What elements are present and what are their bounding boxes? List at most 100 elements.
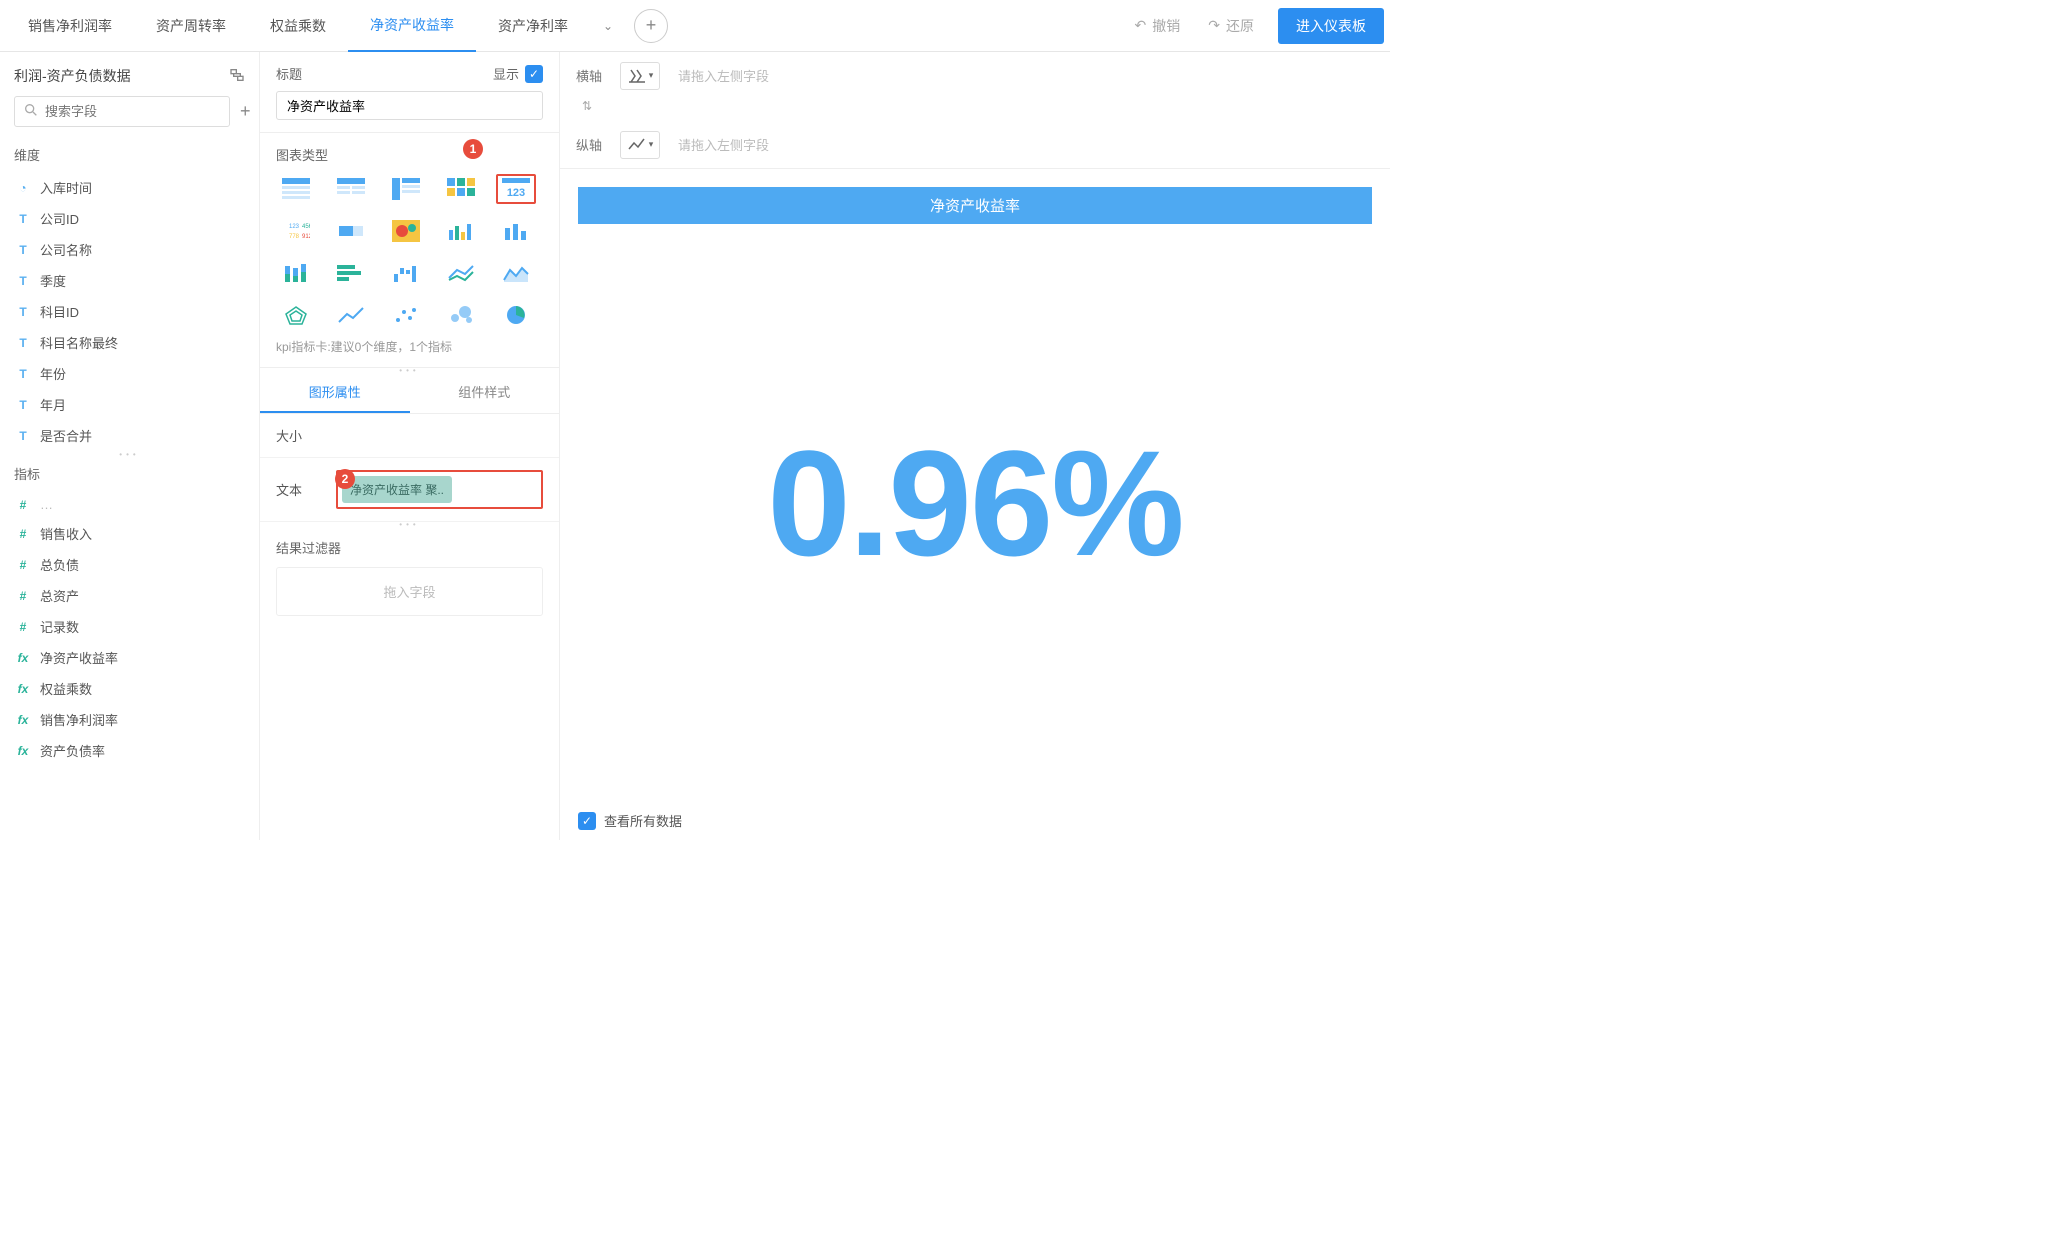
show-title-toggle[interactable]: 显示 ✓ — [493, 64, 543, 83]
filter-dropzone[interactable]: 拖入字段 — [276, 567, 543, 616]
add-tab-button[interactable]: + — [634, 9, 668, 43]
text-icon: T — [14, 336, 32, 350]
chart-type-table2[interactable] — [331, 174, 371, 204]
datasource-title: 利润-资产负债数据 — [14, 66, 131, 86]
search-field-box[interactable] — [14, 96, 230, 127]
datasource-switch-icon[interactable] — [229, 67, 245, 86]
tab-2[interactable]: 权益乘数 — [248, 0, 348, 52]
svg-text:912: 912 — [302, 234, 310, 240]
kpi-title: 净资产收益率 — [578, 187, 1372, 224]
top-tab-bar: 销售净利润率 资产周转率 权益乘数 净资产收益率 资产净利率 ⌄ + ↶ 撤销 … — [0, 0, 1390, 52]
metric-field[interactable]: #… — [14, 491, 253, 518]
metric-field[interactable]: fx净资产收益率 — [14, 642, 253, 673]
dim-field[interactable]: T是否合并 — [14, 420, 253, 451]
prop-size-row[interactable]: 大小 — [260, 414, 559, 458]
chart-type-bar[interactable] — [496, 216, 536, 246]
x-axis-type-button[interactable]: ▾ — [620, 62, 660, 90]
chart-type-multi-kpi[interactable]: 123456778912 — [276, 216, 316, 246]
y-axis-type-button[interactable]: ▾ — [620, 131, 660, 159]
dimensions-list: ◔入库时间 T公司ID T公司名称 T季度 T科目ID T科目名称最终 T年份 … — [0, 172, 259, 452]
tab-1[interactable]: 资产周转率 — [134, 0, 248, 52]
preview-panel: 横轴 ▾ 请拖入左侧字段 ⇅ 纵轴 ▾ 请拖入左侧字段 — [560, 52, 1390, 840]
metric-field[interactable]: fx销售净利润率 — [14, 704, 253, 735]
fields-panel: 利润-资产负债数据 + 维度 ◔入库时间 T公司I — [0, 52, 260, 840]
chart-type-waterfall[interactable] — [386, 258, 426, 288]
enter-dashboard-button[interactable]: 进入仪表板 — [1278, 8, 1384, 44]
fx-icon: fx — [14, 682, 32, 696]
number-icon: # — [14, 558, 32, 572]
chart-type-bar-mixed[interactable] — [441, 216, 481, 246]
chart-type-pie[interactable] — [496, 300, 536, 330]
chart-type-stacked-bar[interactable] — [276, 258, 316, 288]
tab-4[interactable]: 资产净利率 — [476, 0, 590, 52]
add-field-button[interactable]: + — [240, 101, 251, 122]
kpi-body: 0.96% — [578, 224, 1372, 783]
chart-type-table1[interactable] — [276, 174, 316, 204]
chart-type-label: 图表类型 1 — [276, 145, 543, 164]
chart-type-line-multi[interactable] — [441, 258, 481, 288]
dim-field[interactable]: T年月 — [14, 389, 253, 420]
dimensions-label: 维度 — [0, 137, 259, 172]
metric-field[interactable]: #总资产 — [14, 580, 253, 611]
chart-type-line[interactable] — [331, 300, 371, 330]
tab-component-style[interactable]: 组件样式 — [410, 372, 560, 413]
metric-field[interactable]: fx资产负债率 — [14, 735, 253, 766]
fx-icon: fx — [14, 651, 32, 665]
y-axis-label: 纵轴 — [576, 135, 608, 154]
search-icon — [23, 102, 39, 121]
chart-type-heatmap[interactable] — [386, 216, 426, 246]
svg-text:456: 456 — [302, 224, 310, 230]
svg-text:123: 123 — [289, 224, 300, 230]
metric-field[interactable]: fx权益乘数 — [14, 673, 253, 704]
dim-field[interactable]: T季度 — [14, 265, 253, 296]
tab-shape-props[interactable]: 图形属性 — [260, 372, 410, 413]
chart-type-hbar[interactable] — [331, 258, 371, 288]
number-icon: # — [14, 620, 32, 634]
fx-icon: fx — [14, 713, 32, 727]
text-chip[interactable]: 净资产收益率 聚.. — [342, 476, 452, 503]
chart-title-input[interactable] — [276, 91, 543, 120]
filter-label: 结果过滤器 — [276, 538, 543, 557]
svg-text:123: 123 — [507, 187, 525, 199]
text-icon: T — [14, 212, 32, 226]
dim-field[interactable]: T公司名称 — [14, 234, 253, 265]
tab-3[interactable]: 净资产收益率 — [348, 0, 476, 52]
checkbox-icon: ✓ — [578, 812, 596, 830]
x-axis-label: 横轴 — [576, 66, 608, 85]
chart-type-bubble[interactable] — [441, 300, 481, 330]
chart-type-grid[interactable] — [441, 174, 481, 204]
dim-field[interactable]: T公司ID — [14, 203, 253, 234]
chart-type-radar[interactable] — [276, 300, 316, 330]
fx-icon: fx — [14, 744, 32, 758]
chart-type-kpi[interactable]: 123 — [496, 174, 536, 204]
chart-type-grid: 123 123456778912 — [276, 174, 543, 330]
svg-text:778: 778 — [289, 234, 300, 240]
dim-field[interactable]: T科目名称最终 — [14, 327, 253, 358]
dim-field[interactable]: T科目ID — [14, 296, 253, 327]
y-axis-dropzone[interactable]: 请拖入左侧字段 — [672, 129, 1374, 160]
number-icon: # — [14, 589, 32, 603]
chart-type-area[interactable] — [496, 258, 536, 288]
metric-field[interactable]: #销售收入 — [14, 518, 253, 549]
redo-button[interactable]: ↷ 还原 — [1194, 10, 1268, 42]
dim-field[interactable]: ◔入库时间 — [14, 172, 253, 203]
undo-icon: ↶ — [1135, 17, 1147, 34]
tab-overflow-icon[interactable]: ⌄ — [590, 19, 626, 33]
tab-0[interactable]: 销售净利润率 — [6, 0, 134, 52]
metric-field[interactable]: #记录数 — [14, 611, 253, 642]
undo-button[interactable]: ↶ 撤销 — [1121, 10, 1195, 42]
chart-type-crosstab[interactable] — [386, 174, 426, 204]
x-axis-dropzone[interactable]: 请拖入左侧字段 — [672, 60, 1374, 91]
text-icon: T — [14, 243, 32, 257]
chart-type-gauge[interactable] — [331, 216, 371, 246]
search-input[interactable] — [45, 104, 221, 119]
chart-type-hint: kpi指标卡:建议0个维度，1个指标 — [276, 338, 543, 355]
clock-icon: ◔ — [14, 181, 32, 195]
view-all-row[interactable]: ✓ 查看所有数据 — [560, 801, 1390, 840]
dim-field[interactable]: T年份 — [14, 358, 253, 389]
swap-axes-icon[interactable]: ⇅ — [576, 99, 592, 113]
text-binding-dropzone[interactable]: 2 净资产收益率 聚.. — [336, 470, 543, 509]
metric-field[interactable]: #总负债 — [14, 549, 253, 580]
chart-type-scatter[interactable] — [386, 300, 426, 330]
property-tabs: 图形属性 组件样式 — [260, 372, 559, 414]
